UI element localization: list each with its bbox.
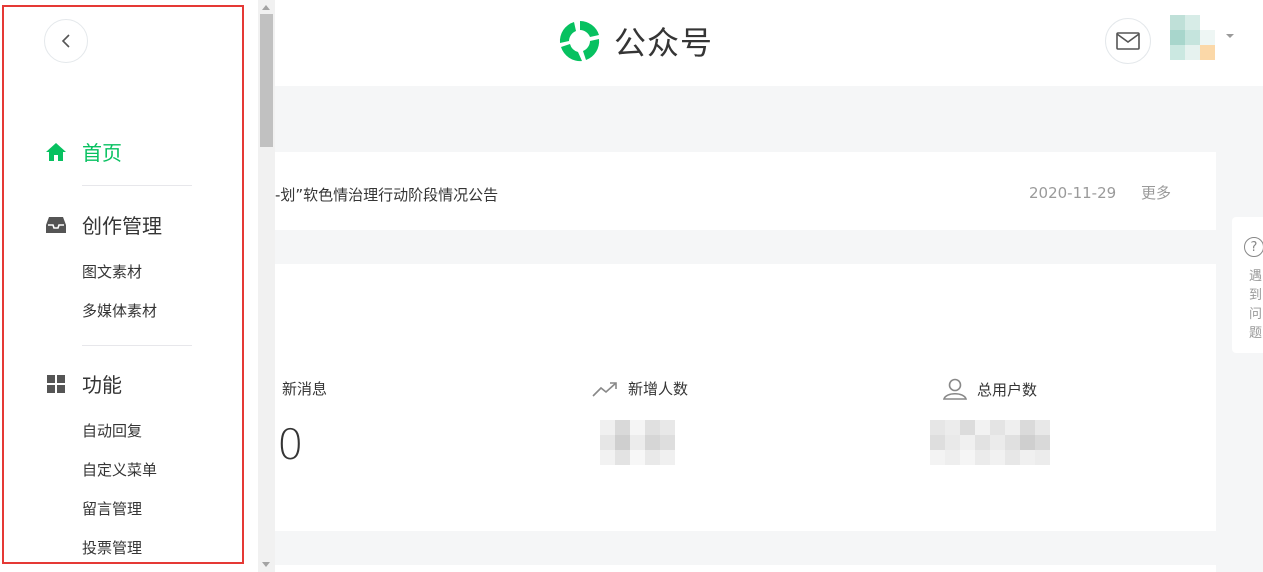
notice-more-link[interactable]: 更多 [1141, 182, 1171, 203]
collapse-sidebar-button[interactable] [44, 19, 88, 63]
logo-text: 公众号 [614, 24, 714, 62]
grid-icon [44, 372, 68, 396]
chevron-left-icon [61, 34, 70, 48]
highlight-frame [2, 5, 244, 564]
sidebar-item-label: 首页 [82, 141, 122, 165]
help-text: 遇到问题 [1249, 269, 1263, 341]
new-messages-stat[interactable]: 新消息 [282, 378, 327, 399]
stats-card: 新消息 0 新增人数 总用户数 [275, 264, 1216, 531]
mail-icon [1116, 32, 1140, 50]
sidebar-subitem-auto-reply[interactable]: 自动回复 [82, 420, 142, 441]
new-messages-value: 0 [277, 420, 304, 469]
total-users-stat[interactable]: 总用户数 [943, 378, 1037, 400]
sidebar-subitem-votes[interactable]: 投票管理 [82, 537, 142, 558]
account-dropdown-icon[interactable] [1226, 34, 1234, 38]
sidebar-item-label: 功能 [82, 373, 122, 397]
bottom-card [275, 565, 1216, 572]
sidebar-subitem-comments[interactable]: 留言管理 [82, 498, 142, 519]
sidebar-item-content-management[interactable]: 创作管理 [44, 210, 162, 239]
stat-label: 总用户数 [977, 380, 1038, 399]
mail-button[interactable] [1105, 18, 1151, 64]
help-float[interactable]: ? 遇到问题 [1232, 217, 1263, 353]
logo-icon [559, 21, 600, 62]
trend-up-icon [592, 381, 617, 397]
notice-title[interactable]: -划”软色情治理行动阶段情况公告 [275, 184, 498, 205]
sidebar-scrollbar[interactable] [258, 0, 275, 572]
sidebar: 首页 创作管理 图文素材 多媒体素材 功能 自动回复 自定义菜单 留言管理 投票… [0, 0, 258, 572]
user-icon [943, 378, 967, 400]
notice-card: -划”软色情治理行动阶段情况公告 2020-11-29 更多 [275, 152, 1216, 230]
sidebar-subitem-articles[interactable]: 图文素材 [82, 261, 142, 282]
sidebar-subitem-custom-menu[interactable]: 自定义菜单 [82, 459, 157, 480]
scroll-up-icon[interactable] [262, 5, 270, 10]
total-users-value-redacted [930, 420, 1050, 465]
avatar[interactable] [1155, 15, 1215, 61]
stat-label: 新增人数 [628, 380, 689, 398]
sidebar-subitem-media[interactable]: 多媒体素材 [82, 300, 157, 321]
sidebar-item-home[interactable]: 首页 [44, 137, 122, 166]
logo[interactable]: 公众号 [556, 18, 713, 64]
divider [82, 345, 192, 346]
new-followers-value-redacted [600, 420, 675, 465]
question-icon: ? [1244, 237, 1263, 257]
scroll-down-icon[interactable] [262, 562, 270, 567]
stat-label: 新消息 [282, 380, 328, 398]
divider [82, 185, 192, 186]
scroll-thumb[interactable] [260, 14, 273, 147]
sidebar-item-features[interactable]: 功能 [44, 369, 122, 398]
notice-date: 2020-11-29 [1029, 184, 1117, 202]
inbox-icon [44, 213, 68, 237]
home-icon [44, 140, 68, 164]
sidebar-item-label: 创作管理 [82, 214, 162, 238]
new-followers-stat[interactable]: 新增人数 [592, 378, 688, 399]
